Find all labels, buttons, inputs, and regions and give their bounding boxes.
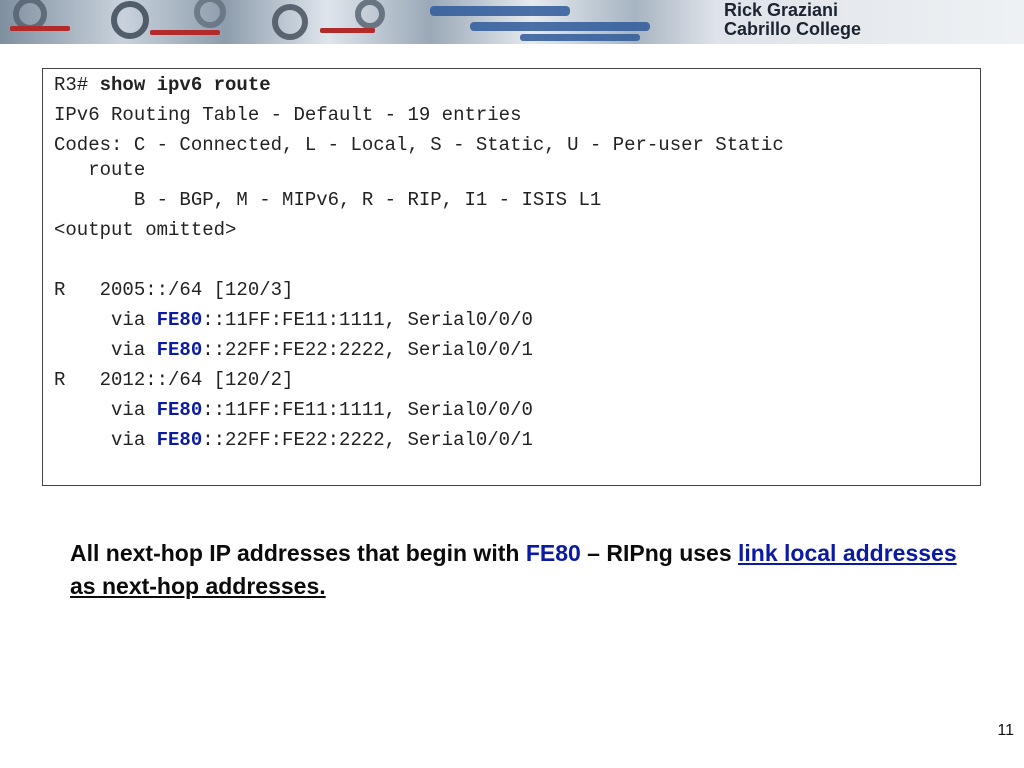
fe80-prefix: FE80 — [156, 399, 203, 421]
fe80-prefix: FE80 — [156, 309, 203, 331]
next-hop-line: via FE80::11FF:FE11:1111, Serial0/0/0 — [54, 399, 533, 421]
command: show ipv6 route — [99, 74, 271, 96]
codes-line-wrap: route — [54, 159, 146, 181]
caption-text: All next-hop IP addresses that begin wit… — [70, 540, 526, 566]
codes-line-2: B - BGP, M - MIPv6, R - RIP, I1 - ISIS L… — [54, 189, 602, 211]
fe80-prefix: FE80 — [156, 339, 203, 361]
page-number: 11 — [997, 722, 1014, 739]
link-local-addresses-link[interactable]: link local addresses — [738, 540, 957, 566]
next-hop-line: via FE80::22FF:FE22:2222, Serial0/0/1 — [54, 339, 533, 361]
fe80-prefix: FE80 — [156, 429, 203, 451]
caption-fe80: FE80 — [525, 540, 581, 566]
codes-line: Codes: C - Connected, L - Local, S - Sta… — [54, 134, 784, 156]
banner-author: Rick Graziani — [724, 0, 839, 20]
caption-text: – RIPng uses — [580, 540, 739, 566]
banner-college: Cabrillo College — [724, 19, 862, 39]
banner-title: Rick Graziani Cabrillo College — [724, 1, 861, 39]
terminal-output-box: R3# show ipv6 route IPv6 Routing Table -… — [42, 68, 981, 486]
output-omitted: <output omitted> — [54, 219, 237, 241]
banner-cables-image — [10, 0, 650, 41]
routing-table-header: IPv6 Routing Table - Default - 19 entrie… — [54, 104, 522, 126]
caption-text: as next-hop addresses. — [70, 573, 326, 599]
route-entry: R 2005::/64 [120/3] — [54, 279, 294, 301]
prompt: R3# — [54, 74, 100, 96]
slide-caption: All next-hop IP addresses that begin wit… — [70, 537, 960, 603]
next-hop-line: via FE80::11FF:FE11:1111, Serial0/0/0 — [54, 309, 533, 331]
next-hop-line: via FE80::22FF:FE22:2222, Serial0/0/1 — [54, 429, 533, 451]
command-line: R3# show ipv6 route — [54, 74, 271, 96]
route-entry: R 2012::/64 [120/2] — [54, 369, 294, 391]
header-banner: Rick Graziani Cabrillo College — [0, 0, 1024, 44]
